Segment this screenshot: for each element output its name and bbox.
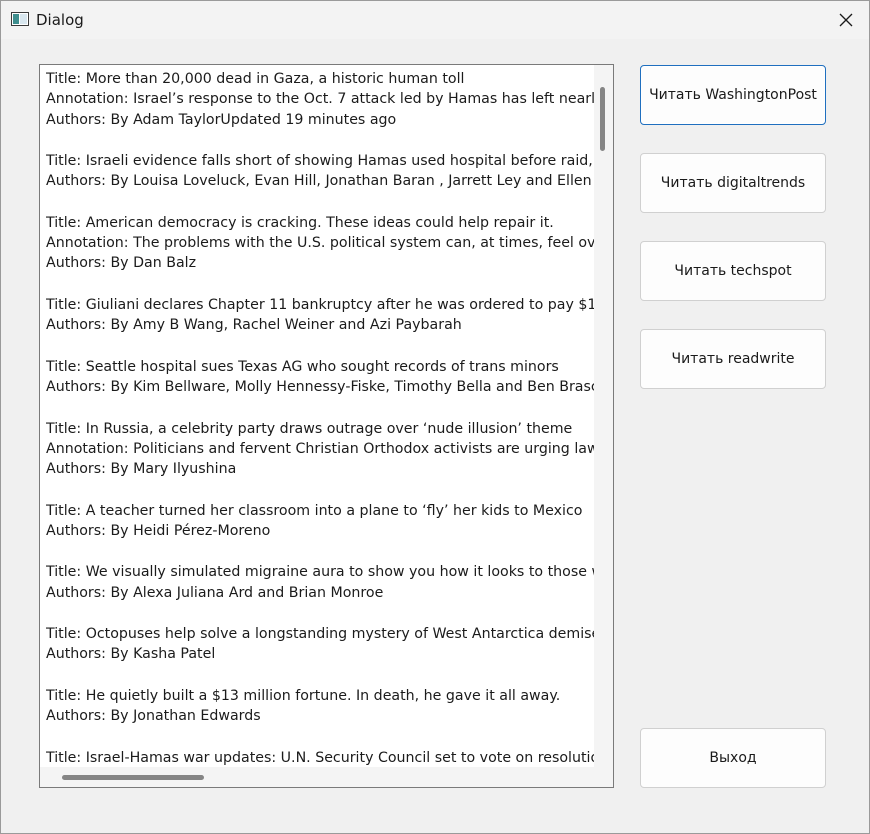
vertical-scrollbar[interactable]	[594, 65, 613, 767]
article-line: Authors: By Louisa Loveluck, Evan Hill, …	[46, 173, 594, 190]
article-line: Title: Giuliani declares Chapter 11 bank…	[46, 296, 594, 313]
dialog-window: Dialog Title: More than 20,000 dead in G…	[0, 0, 870, 834]
article-line: Authors: By Kim Bellware, Molly Hennessy…	[46, 379, 594, 396]
article-line: Title: American democracy is cracking. T…	[46, 214, 554, 231]
window-icon	[11, 12, 29, 26]
window-title: Dialog	[36, 11, 84, 29]
article-line: Title: He quietly built a $13 million fo…	[46, 687, 561, 704]
article-line: Authors: By Mary Ilyushina	[46, 461, 237, 478]
article-item: Title: In Russia, a celebrity party draw…	[46, 419, 594, 480]
article-item: Title: More than 20,000 dead in Gaza, a …	[46, 69, 594, 130]
article-line: Annotation: The problems with the U.S. p…	[46, 235, 594, 252]
news-text-content: Title: More than 20,000 dead in Gaza, a …	[46, 69, 594, 767]
article-line: Authors: By Adam TaylorUpdated 19 minute…	[46, 111, 397, 128]
horizontal-scroll-thumb[interactable]	[62, 775, 204, 780]
article-line: Authors: By Dan Balz	[46, 255, 197, 272]
article-line: Title: A teacher turned her classroom in…	[46, 502, 583, 519]
article-line: Title: Seattle hospital sues Texas AG wh…	[46, 358, 559, 375]
article-line: Authors: By Amy B Wang, Rachel Weiner an…	[46, 317, 462, 334]
horizontal-scrollbar[interactable]	[40, 767, 613, 787]
title-bar[interactable]: Dialog	[1, 1, 869, 39]
article-line: Annotation: Politicians and fervent Chri…	[46, 440, 594, 457]
read-digitaltrends-button[interactable]: Читать digitaltrends	[640, 153, 826, 213]
exit-button[interactable]: Выход	[640, 728, 826, 788]
article-item: Title: He quietly built a $13 million fo…	[46, 686, 594, 727]
close-button[interactable]	[823, 1, 869, 39]
article-item: Title: Giuliani declares Chapter 11 bank…	[46, 295, 594, 336]
article-line: Authors: By Alexa Juliana Ard and Brian …	[46, 584, 384, 601]
article-line: Title: In Russia, a celebrity party draw…	[46, 420, 573, 437]
close-icon	[839, 13, 853, 27]
read-techspot-button[interactable]: Читать techspot	[640, 241, 826, 301]
read-washingtonpost-button[interactable]: Читать WashingtonPost	[640, 65, 826, 125]
article-line: Title: We visually simulated migraine au…	[46, 564, 594, 581]
vertical-scroll-thumb[interactable]	[600, 87, 605, 151]
article-line: Title: More than 20,000 dead in Gaza, a …	[46, 71, 465, 87]
article-item: Title: Octopuses help solve a longstandi…	[46, 624, 594, 665]
read-readwrite-button[interactable]: Читать readwrite	[640, 329, 826, 389]
article-item: Title: American democracy is cracking. T…	[46, 213, 594, 274]
article-item: Title: Seattle hospital sues Texas AG wh…	[46, 357, 594, 398]
article-line: Annotation: Israel’s response to the Oct…	[46, 91, 594, 108]
article-line: Authors: By Heidi Pérez-Moreno	[46, 522, 271, 539]
article-item: Title: A teacher turned her classroom in…	[46, 501, 594, 542]
news-text-area[interactable]: Title: More than 20,000 dead in Gaza, a …	[39, 64, 614, 788]
article-line: Title: Israel-Hamas war updates: U.N. Se…	[46, 749, 594, 766]
article-line: Title: Octopuses help solve a longstandi…	[46, 626, 594, 643]
article-line: Title: Israeli evidence falls short of s…	[46, 153, 594, 170]
article-line: Authors: By Jonathan Edwards	[46, 708, 261, 725]
article-item: Title: Israeli evidence falls short of s…	[46, 151, 594, 192]
article-line: Authors: By Kasha Patel	[46, 646, 216, 663]
article-item: Title: Israel-Hamas war updates: U.N. Se…	[46, 748, 594, 767]
article-item: Title: We visually simulated migraine au…	[46, 562, 594, 603]
